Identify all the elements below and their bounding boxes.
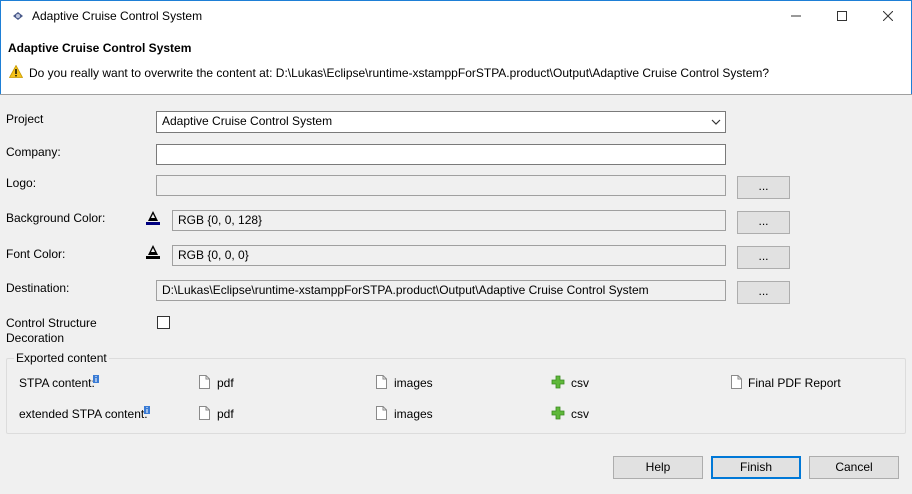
close-icon: [882, 10, 894, 22]
stpa-images-option[interactable]: images: [394, 376, 433, 390]
destination-browse-button[interactable]: ...: [737, 281, 790, 304]
maximize-button[interactable]: [819, 1, 865, 31]
destination-field: D:\Lukas\Eclipse\runtime-xstamppForSTPA.…: [156, 280, 726, 301]
file-icon: [731, 375, 742, 389]
font-color-field: RGB {0, 0, 0}: [172, 245, 726, 266]
minimize-button[interactable]: [773, 1, 819, 31]
help-button[interactable]: Help: [613, 456, 703, 479]
app-icon: [13, 12, 23, 20]
warning-icon: [9, 65, 23, 78]
extended-stpa-content-label: extended STPA content:: [19, 407, 148, 421]
font-color-icon: [146, 245, 160, 259]
font-color-browse-button[interactable]: ...: [737, 246, 790, 269]
info-icon: [144, 406, 150, 414]
file-icon: [376, 375, 387, 389]
exported-content-group: [6, 358, 906, 434]
finish-button[interactable]: Finish: [711, 456, 801, 479]
project-select[interactable]: Adaptive Cruise Control System: [156, 111, 726, 133]
decoration-checkbox[interactable]: [157, 316, 170, 329]
dialog-header: Adaptive Cruise Control System Do you re…: [0, 31, 912, 94]
overwrite-message: Do you really want to overwrite the cont…: [29, 66, 770, 80]
extended-csv-option[interactable]: csv: [571, 407, 589, 421]
font-color-label: Font Color:: [6, 247, 66, 261]
header-divider: [0, 94, 912, 95]
background-color-browse-button[interactable]: ...: [737, 211, 790, 234]
stpa-content-label: STPA content:: [19, 376, 95, 390]
extended-pdf-option[interactable]: pdf: [217, 407, 234, 421]
file-icon: [199, 375, 210, 389]
file-icon: [376, 406, 387, 420]
project-label: Project: [6, 112, 44, 126]
stpa-csv-option[interactable]: csv: [571, 376, 589, 390]
exported-content-title: Exported content: [14, 351, 109, 365]
logo-browse-button[interactable]: ...: [737, 176, 790, 199]
window-title: Adaptive Cruise Control System: [32, 9, 203, 23]
close-button[interactable]: [865, 1, 911, 31]
logo-path-field: [156, 175, 726, 196]
dialog-title: Adaptive Cruise Control System: [8, 41, 192, 55]
maximize-icon: [837, 11, 847, 21]
stpa-pdf-option[interactable]: pdf: [217, 376, 234, 390]
info-icon: [93, 375, 99, 383]
background-color-label: Background Color:: [6, 211, 106, 225]
extended-images-option[interactable]: images: [394, 407, 433, 421]
minimize-icon: [791, 15, 801, 17]
window-titlebar: Adaptive Cruise Control System: [0, 0, 912, 31]
logo-label: Logo:: [6, 176, 37, 190]
plus-icon: [551, 375, 565, 389]
background-color-icon: [146, 211, 160, 225]
destination-label: Destination:: [6, 281, 70, 295]
plus-icon: [551, 406, 565, 420]
company-input[interactable]: [156, 144, 726, 165]
project-select-value: Adaptive Cruise Control System: [162, 114, 333, 128]
file-icon: [199, 406, 210, 420]
stpa-final-pdf-report-option[interactable]: Final PDF Report: [748, 376, 841, 390]
decoration-label-line2: Decoration: [6, 331, 65, 345]
decoration-label-line1: Control Structure: [6, 316, 97, 330]
company-label: Company:: [6, 145, 61, 159]
background-color-field: RGB {0, 0, 128}: [172, 210, 726, 231]
chevron-down-icon: [711, 119, 721, 125]
cancel-button[interactable]: Cancel: [809, 456, 899, 479]
